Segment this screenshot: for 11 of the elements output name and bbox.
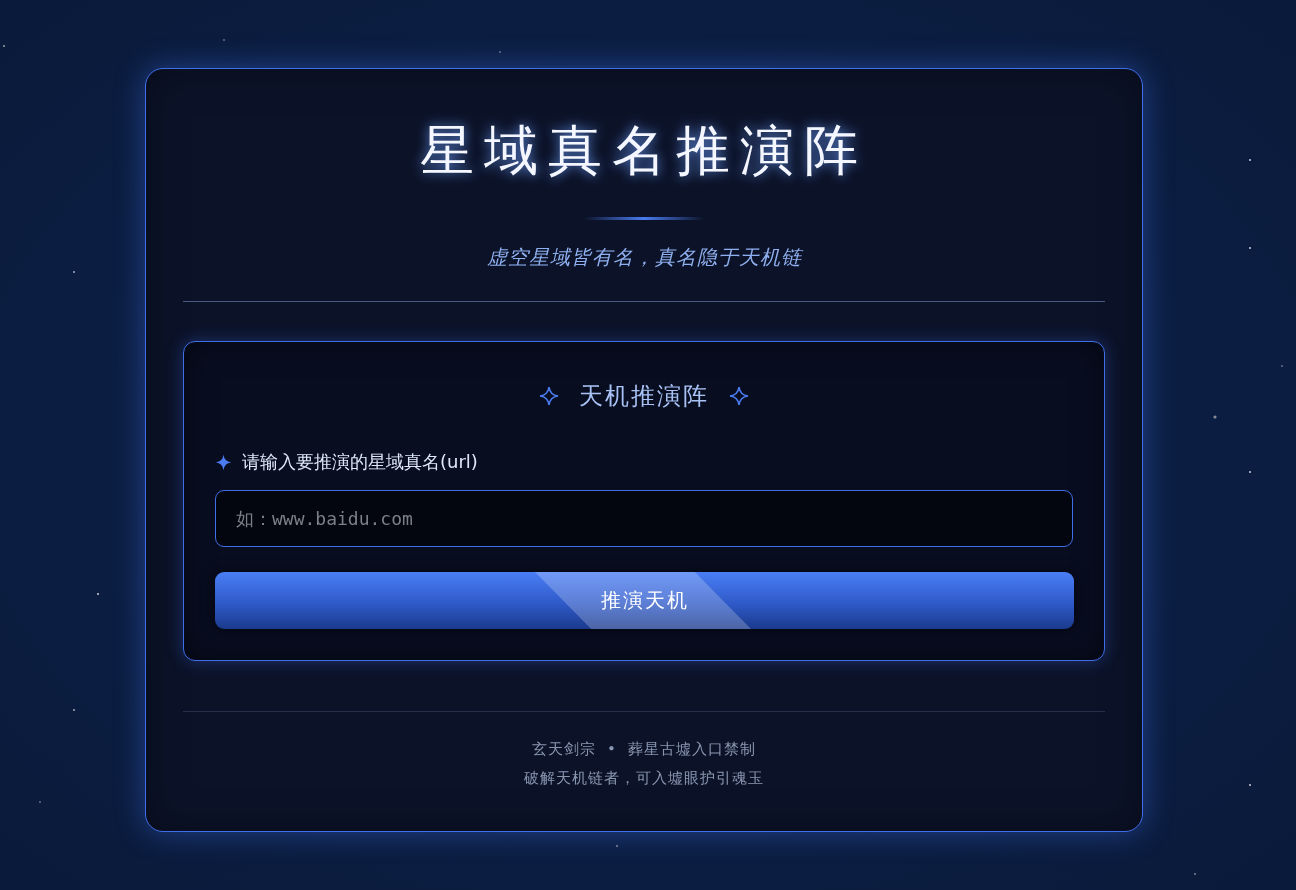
sparkle-icon: [215, 453, 232, 471]
sparkle-icon: [539, 386, 559, 406]
page-title: 星域真名推演阵: [419, 118, 869, 184]
field-label: 请输入要推演的星域真名(url): [242, 450, 478, 474]
footer-text: 玄天剑宗 • 葬星古墟入口禁制: [530, 739, 758, 759]
submit-button[interactable]: 推演天机: [215, 572, 1074, 629]
panel-title: 天机推演阵: [579, 381, 709, 412]
footer-text: 破解天机链者，可入墟眼护引魂玉: [523, 768, 765, 788]
url-input-field[interactable]: 如：www.baidu.com: [215, 490, 1073, 547]
subtitle: 虚空星域皆有名，真名隐于天机链: [485, 244, 804, 271]
sparkle-icon: [729, 386, 749, 406]
